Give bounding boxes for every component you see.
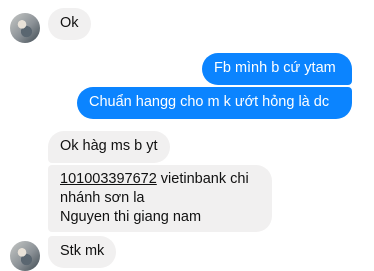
message-text: Ok bbox=[60, 15, 79, 31]
incoming-message-bubble[interactable]: Ok bbox=[48, 8, 91, 40]
message-text: Ok hàg ms b yt bbox=[60, 138, 158, 154]
message-text: Fb mình b cứ ytam bbox=[214, 60, 336, 76]
outgoing-message-bubble[interactable]: Chuẩn hangg cho m k ướt hỏng là dc bbox=[77, 87, 352, 119]
incoming-message-bubble[interactable]: Stk mk bbox=[48, 236, 117, 268]
contact-avatar[interactable] bbox=[10, 13, 40, 43]
incoming-message-bubble[interactable]: 101003397672 vietinbank chi nhánh sơn la… bbox=[48, 165, 272, 232]
outgoing-message-bubble[interactable]: Fb mình b cứ ytam bbox=[202, 53, 352, 85]
incoming-message-bubble[interactable]: Ok hàg ms b yt bbox=[48, 131, 170, 163]
account-number-link[interactable]: 101003397672 bbox=[60, 171, 157, 187]
message-line: Nguyen thi giang nam bbox=[60, 209, 202, 225]
message-line: 101003397672 vietinbank chi bbox=[60, 171, 249, 187]
message-line: nhánh sơn la bbox=[60, 190, 145, 206]
message-text: Chuẩn hangg cho m k ướt hỏng là dc bbox=[89, 94, 330, 110]
contact-avatar[interactable] bbox=[10, 241, 40, 271]
